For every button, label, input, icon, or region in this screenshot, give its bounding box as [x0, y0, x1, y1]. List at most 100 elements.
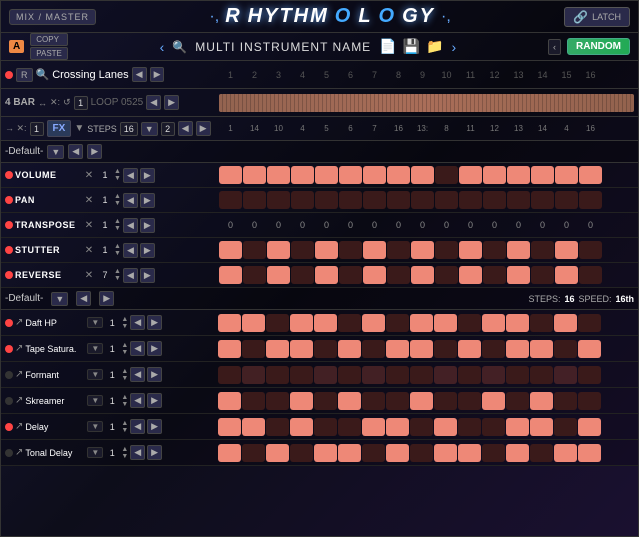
toi-1[interactable]: [218, 444, 241, 462]
pc-15[interactable]: [555, 191, 578, 209]
dli-12[interactable]: [482, 418, 505, 436]
sc-15[interactable]: [555, 241, 578, 259]
toi-15[interactable]: [554, 444, 577, 462]
dli-4[interactable]: [290, 418, 313, 436]
toi-2[interactable]: [242, 444, 265, 462]
dli-1[interactable]: [218, 418, 241, 436]
tn-11[interactable]: 0: [459, 216, 482, 234]
rc-7[interactable]: [363, 266, 386, 284]
volume-prev[interactable]: ◀: [123, 168, 138, 183]
ski-3[interactable]: [266, 392, 289, 410]
sc-9[interactable]: [411, 241, 434, 259]
fi-10[interactable]: [434, 366, 457, 384]
stutter-down[interactable]: ▼: [114, 250, 121, 257]
fi-6[interactable]: [338, 366, 361, 384]
tonal-up[interactable]: ▲: [121, 446, 128, 453]
rc-4[interactable]: [291, 266, 314, 284]
pc-10[interactable]: [435, 191, 458, 209]
ti-5[interactable]: [314, 340, 337, 358]
delay-dropdown[interactable]: ▼: [87, 421, 103, 432]
tape-next[interactable]: ▶: [147, 341, 162, 356]
beat-next[interactable]: ▶: [196, 121, 211, 136]
ski-9[interactable]: [410, 392, 433, 410]
daft-next[interactable]: ▶: [147, 315, 162, 330]
formant-next[interactable]: ▶: [147, 367, 162, 382]
tape-up[interactable]: ▲: [121, 342, 128, 349]
toi-16[interactable]: [578, 444, 601, 462]
rc-1[interactable]: [219, 266, 242, 284]
fi-4[interactable]: [290, 366, 313, 384]
fi-12[interactable]: [482, 366, 505, 384]
transpose-up[interactable]: ▲: [114, 218, 121, 225]
skreamer-prev[interactable]: ◀: [130, 393, 145, 408]
tn-5[interactable]: 0: [315, 216, 338, 234]
rc-10[interactable]: [435, 266, 458, 284]
pc-14[interactable]: [531, 191, 554, 209]
s1-next2[interactable]: ▶: [87, 144, 102, 159]
ti-15[interactable]: [554, 340, 577, 358]
sc-16[interactable]: [579, 241, 602, 259]
dli-14[interactable]: [530, 418, 553, 436]
rc-3[interactable]: [267, 266, 290, 284]
transpose-prev[interactable]: ◀: [123, 218, 138, 233]
tape-down[interactable]: ▼: [121, 349, 128, 356]
toi-7[interactable]: [362, 444, 385, 462]
rc-2[interactable]: [243, 266, 266, 284]
volume-down[interactable]: ▼: [114, 175, 121, 182]
toi-5[interactable]: [314, 444, 337, 462]
dli-3[interactable]: [266, 418, 289, 436]
ski-16[interactable]: [578, 392, 601, 410]
toi-10[interactable]: [434, 444, 457, 462]
pc-2[interactable]: [243, 191, 266, 209]
reverse-next[interactable]: ▶: [140, 268, 155, 283]
fi-5[interactable]: [314, 366, 337, 384]
pan-up[interactable]: ▲: [114, 193, 121, 200]
s2-next[interactable]: ▶: [99, 291, 114, 306]
ski-8[interactable]: [386, 392, 409, 410]
vc-10[interactable]: [435, 166, 458, 184]
ski-7[interactable]: [362, 392, 385, 410]
sc-1[interactable]: [219, 241, 242, 259]
pc-6[interactable]: [339, 191, 362, 209]
fi-16[interactable]: [578, 366, 601, 384]
fi-13[interactable]: [506, 366, 529, 384]
stutter-next[interactable]: ▶: [140, 243, 155, 258]
s1-next[interactable]: ◀: [68, 144, 83, 159]
ti-1[interactable]: [218, 340, 241, 358]
vc-9[interactable]: [411, 166, 434, 184]
ti-16[interactable]: [578, 340, 601, 358]
tonal-down[interactable]: ▼: [121, 453, 128, 460]
sc-4[interactable]: [291, 241, 314, 259]
ti-10[interactable]: [434, 340, 457, 358]
vc-5[interactable]: [315, 166, 338, 184]
toi-9[interactable]: [410, 444, 433, 462]
tn-6[interactable]: 0: [339, 216, 362, 234]
vc-3[interactable]: [267, 166, 290, 184]
dli-5[interactable]: [314, 418, 337, 436]
vc-7[interactable]: [363, 166, 386, 184]
pc-1[interactable]: [219, 191, 242, 209]
sc-14[interactable]: [531, 241, 554, 259]
volume-next[interactable]: ▶: [140, 168, 155, 183]
expand-button[interactable]: ▼: [74, 123, 84, 134]
ti-2[interactable]: [242, 340, 265, 358]
sc-2[interactable]: [243, 241, 266, 259]
toi-4[interactable]: [290, 444, 313, 462]
mix-master-label[interactable]: MIX / MASTER: [9, 9, 96, 25]
skreamer-next[interactable]: ▶: [147, 393, 162, 408]
fi-11[interactable]: [458, 366, 481, 384]
pc-4[interactable]: [291, 191, 314, 209]
tn-10[interactable]: 0: [435, 216, 458, 234]
toi-11[interactable]: [458, 444, 481, 462]
fi-14[interactable]: [530, 366, 553, 384]
folder-icon[interactable]: 📁: [426, 38, 443, 55]
pc-5[interactable]: [315, 191, 338, 209]
delay-up[interactable]: ▲: [121, 420, 128, 427]
steps-beat-val2[interactable]: ▼: [141, 122, 158, 136]
ski-2[interactable]: [242, 392, 265, 410]
dli-6[interactable]: [338, 418, 361, 436]
s2-dd[interactable]: ▼: [51, 292, 68, 306]
toi-13[interactable]: [506, 444, 529, 462]
ti-4[interactable]: [290, 340, 313, 358]
ski-11[interactable]: [458, 392, 481, 410]
